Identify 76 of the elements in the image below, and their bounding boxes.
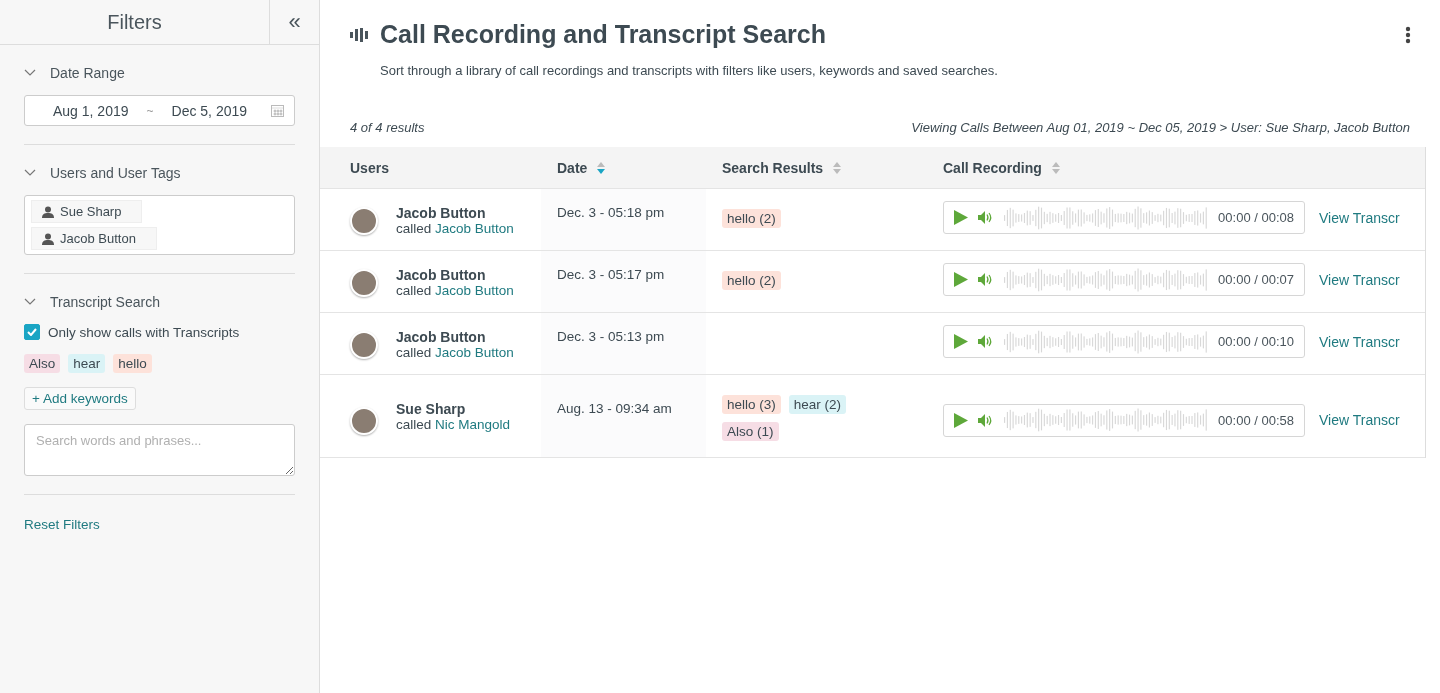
avatar (350, 407, 378, 435)
user-chip[interactable]: Jacob Button (31, 227, 157, 250)
column-header[interactable]: Call Recording (927, 147, 1425, 188)
audio-bars-icon (350, 27, 370, 42)
contact-link[interactable]: Jacob Button (435, 283, 514, 298)
result-tag: hear (2) (788, 395, 847, 414)
keyword-tag: hear (68, 354, 106, 373)
section-header[interactable]: Date Range (24, 65, 295, 81)
call-date: Dec. 3 - 05:17 pm (557, 267, 665, 284)
user-name: Jacob Button (396, 205, 487, 221)
search-phrases-field[interactable]: Search words and phrases... (24, 424, 295, 476)
avatar (350, 269, 378, 297)
called-text: called Nic Mangold (396, 417, 511, 432)
contact-link[interactable]: Nic Mangold (435, 417, 511, 432)
view-transcript-link[interactable]: View Transcr (1319, 271, 1400, 288)
calendar-icon (271, 104, 284, 117)
result-tag: hello (2) (722, 271, 781, 290)
chevron-down-icon (24, 69, 36, 77)
playback-time: 00:00 / 00:58 (1218, 412, 1294, 428)
user-name: Jacob Button (396, 267, 487, 283)
result-tag: hello (3) (722, 395, 781, 414)
person-icon (42, 205, 54, 218)
contact-link[interactable]: Jacob Button (435, 221, 514, 236)
view-transcript-link[interactable]: View Transcr (1319, 333, 1400, 350)
volume-icon[interactable] (978, 335, 994, 348)
page-title: Call Recording and Transcript Search (380, 20, 827, 49)
contact-link[interactable]: Jacob Button (435, 345, 514, 360)
section-header[interactable]: Transcript Search (24, 294, 295, 310)
playback-time: 00:00 / 00:10 (1218, 334, 1294, 349)
keyword-tag: hello (113, 354, 152, 373)
user-name: Jacob Button (396, 329, 487, 345)
user-select-field[interactable]: Sue Sharp Jacob Button (24, 195, 295, 255)
check-icon (27, 328, 37, 336)
person-icon (42, 232, 54, 245)
called-text: called Jacob Button (396, 283, 514, 298)
page-description: Sort through a library of call recordings and transcripts with filters like users, keywords and saved searches. (380, 63, 999, 78)
transcripts-checkbox[interactable]: Only show calls with Transcripts (24, 324, 295, 340)
end-date: Dec 5, 2019 (171, 102, 248, 119)
keyword-tag: Also (24, 354, 61, 373)
called-text: called Jacob Button (396, 345, 514, 360)
user-chip[interactable]: Sue Sharp (31, 200, 143, 223)
sidebar-title: Filters (106, 9, 163, 35)
volume-icon[interactable] (978, 273, 994, 286)
column-header[interactable]: Search Results (706, 147, 927, 188)
call-date: Dec. 3 - 05:13 pm (557, 329, 665, 346)
column-header[interactable]: Users (320, 147, 541, 188)
playback-time: 00:00 / 00:08 (1218, 210, 1294, 225)
avatar (350, 207, 378, 235)
playback-time: 00:00 / 00:07 (1218, 272, 1294, 287)
play-icon[interactable] (954, 210, 968, 225)
call-date: Dec. 3 - 05:18 pm (557, 205, 665, 222)
date-range-field[interactable]: Aug 1, 2019 ~ Dec 5, 2019 (24, 95, 295, 126)
volume-icon[interactable] (978, 413, 994, 427)
chevron-down-icon (24, 169, 36, 177)
result-tag: Also (1) (722, 422, 779, 441)
start-date: Aug 1, 2019 (53, 102, 129, 119)
called-text: called Jacob Button (396, 221, 514, 236)
reset-filters-link[interactable]: Reset Filters (24, 517, 100, 532)
result-count: 4 of 4 results (350, 120, 425, 135)
filter-summary: Viewing Calls Between Aug 01, 2019 ~ Dec 05, 2019 > User: Sue Sharp, Jacob Button (911, 120, 1410, 135)
add-keywords-button[interactable]: + Add keywords (24, 387, 136, 410)
view-transcript-link[interactable]: View Transcr (1319, 209, 1400, 226)
avatar (350, 331, 378, 359)
chevron-down-icon (24, 298, 36, 306)
result-tag: hello (2) (722, 209, 781, 228)
call-date: Aug. 13 - 09:34 am (557, 401, 672, 418)
view-transcript-link[interactable]: View Transcr (1319, 412, 1400, 428)
play-icon[interactable] (954, 334, 968, 349)
section-header[interactable]: Users and User Tags (24, 165, 295, 181)
volume-icon[interactable] (978, 211, 994, 224)
collapse-button[interactable]: « (269, 0, 319, 44)
date-separator: ~ (146, 103, 154, 118)
play-icon[interactable] (954, 272, 968, 287)
user-name: Sue Sharp (396, 401, 467, 417)
column-header[interactable]: Date (541, 147, 706, 188)
play-icon[interactable] (954, 412, 968, 428)
